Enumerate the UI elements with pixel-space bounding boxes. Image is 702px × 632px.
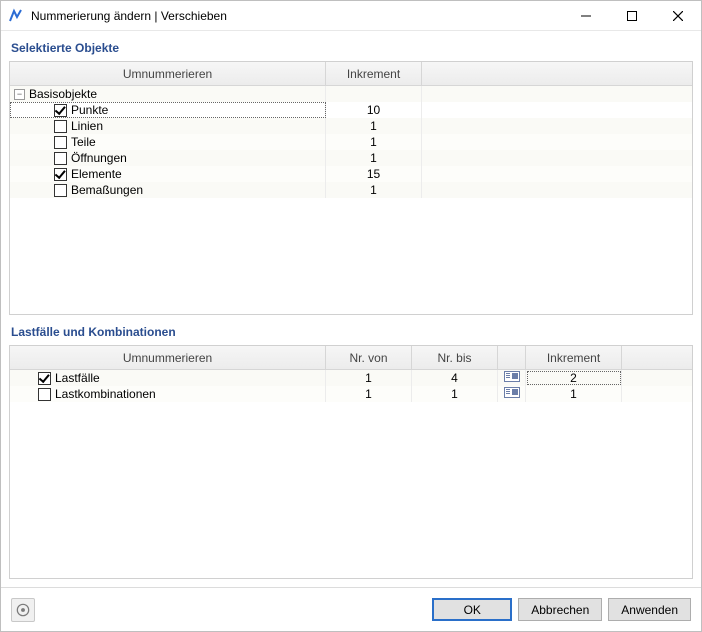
help-button[interactable]	[11, 598, 35, 622]
increment-cell[interactable]: 1	[326, 134, 422, 150]
col-icon	[498, 346, 526, 369]
col-umnummerieren[interactable]: Umnummerieren	[10, 346, 326, 369]
tree-row-label: Linien	[71, 119, 103, 133]
increment-cell[interactable]: 15	[326, 166, 422, 182]
tree-row[interactable]: Bemaßungen 1	[10, 182, 692, 198]
client-area: Selektierte Objekte Umnummerieren Inkrem…	[1, 31, 701, 631]
checkbox[interactable]	[54, 184, 67, 197]
col-nr-bis[interactable]: Nr. bis	[412, 346, 498, 369]
maximize-button[interactable]	[609, 1, 655, 31]
ok-button[interactable]: OK	[432, 598, 512, 621]
dialog-window: Nummerierung ändern | Verschieben Selekt…	[0, 0, 702, 632]
increment-cell[interactable]: 1	[526, 386, 622, 402]
increment-cell[interactable]: 2	[526, 370, 622, 386]
apply-button[interactable]: Anwenden	[608, 598, 691, 621]
col-inkrement[interactable]: Inkrement	[326, 62, 422, 85]
to-cell[interactable]: 4	[412, 370, 498, 386]
tree-row[interactable]: Punkte 10	[10, 102, 692, 118]
tree-row-label: Elemente	[71, 167, 122, 181]
section-title: Selektierte Objekte	[9, 37, 693, 61]
checkbox[interactable]	[54, 152, 67, 165]
close-button[interactable]	[655, 1, 701, 31]
minimize-button[interactable]	[563, 1, 609, 31]
tree-row[interactable]: Elemente 15	[10, 166, 692, 182]
tree-row-label: Lastfälle	[55, 371, 100, 385]
cancel-button[interactable]: Abbrechen	[518, 598, 602, 621]
checkbox[interactable]	[38, 388, 51, 401]
increment-cell[interactable]: 10	[326, 102, 422, 118]
from-cell[interactable]: 1	[326, 386, 412, 402]
section-loadcases: Lastfälle und Kombinationen Umnummeriere…	[9, 321, 693, 579]
app-icon	[8, 8, 24, 24]
window-title: Nummerierung ändern | Verschieben	[31, 9, 563, 23]
grid-loadcases-body[interactable]: Lastfälle 1 4 2 Lastkombinationen 1 1 1	[10, 370, 692, 578]
tree-row-label: Punkte	[71, 103, 108, 117]
checkbox[interactable]	[54, 136, 67, 149]
tree-row-label: Öffnungen	[71, 151, 127, 165]
details-icon[interactable]	[504, 387, 520, 401]
checkbox[interactable]	[54, 104, 67, 117]
increment-cell[interactable]: 1	[326, 150, 422, 166]
from-cell[interactable]: 1	[326, 370, 412, 386]
tree-row[interactable]: Lastfälle 1 4 2	[10, 370, 692, 386]
collapse-icon[interactable]: −	[14, 89, 25, 100]
increment-cell[interactable]: 1	[326, 118, 422, 134]
tree-row-label: Lastkombinationen	[55, 387, 156, 401]
col-blank	[422, 62, 692, 85]
grid-loadcases-header: Umnummerieren Nr. von Nr. bis Inkrement	[10, 346, 692, 370]
to-cell[interactable]: 1	[412, 386, 498, 402]
tree-root-row[interactable]: − Basisobjekte	[10, 86, 692, 102]
col-blank	[622, 346, 692, 369]
tree-row[interactable]: Teile 1	[10, 134, 692, 150]
details-icon[interactable]	[504, 371, 520, 385]
section-selected-objects: Selektierte Objekte Umnummerieren Inkrem…	[9, 37, 693, 315]
increment-cell[interactable]: 1	[326, 182, 422, 198]
grid-objects-body[interactable]: − Basisobjekte Punkte 10 Linien 1	[10, 86, 692, 314]
tree-root-label: Basisobjekte	[29, 87, 97, 101]
checkbox[interactable]	[54, 168, 67, 181]
checkbox[interactable]	[54, 120, 67, 133]
grid-objects: Umnummerieren Inkrement − Basisobjekte P…	[9, 61, 693, 315]
grid-loadcases: Umnummerieren Nr. von Nr. bis Inkrement …	[9, 345, 693, 579]
titlebar[interactable]: Nummerierung ändern | Verschieben	[1, 1, 701, 31]
col-inkrement[interactable]: Inkrement	[526, 346, 622, 369]
col-nr-von[interactable]: Nr. von	[326, 346, 412, 369]
tree-row[interactable]: Linien 1	[10, 118, 692, 134]
section-title: Lastfälle und Kombinationen	[9, 321, 693, 345]
col-umnummerieren[interactable]: Umnummerieren	[10, 62, 326, 85]
tree-row-label: Bemaßungen	[71, 183, 143, 197]
tree-row[interactable]: Lastkombinationen 1 1 1	[10, 386, 692, 402]
tree-row-label: Teile	[71, 135, 96, 149]
tree-row[interactable]: Öffnungen 1	[10, 150, 692, 166]
button-bar: OK Abbrechen Anwenden	[1, 587, 701, 631]
checkbox[interactable]	[38, 372, 51, 385]
grid-objects-header: Umnummerieren Inkrement	[10, 62, 692, 86]
